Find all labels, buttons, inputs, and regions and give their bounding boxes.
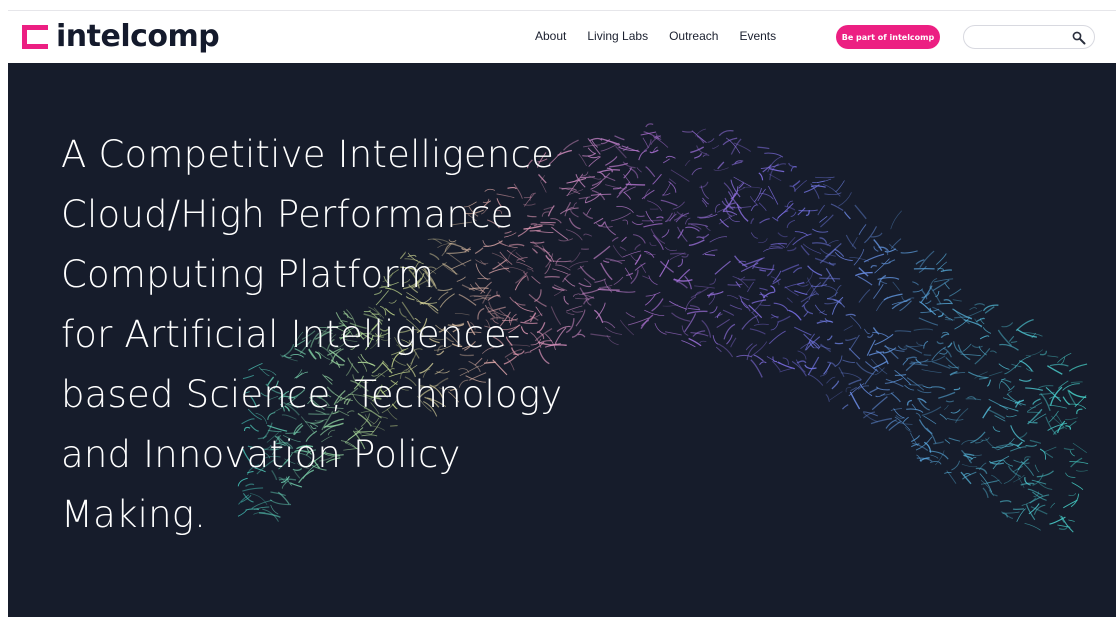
logo[interactable]: intelcomp	[22, 19, 220, 55]
hero-title-line: Cloud/High Performance	[61, 193, 514, 236]
hero-title-line: and Innovation Policy	[61, 433, 461, 476]
hero-title-line: A Competitive Intelligence	[61, 133, 555, 176]
join-button[interactable]: Be part of intelcomp	[836, 25, 940, 49]
hero-title-line: for Artificial Intelligence-	[61, 313, 521, 356]
top-strip	[0, 0, 1116, 10]
nav-events[interactable]: Events	[739, 29, 776, 43]
search-icon[interactable]	[1072, 30, 1086, 45]
logo-text: intelcomp	[56, 19, 220, 54]
nav-living-labs[interactable]: Living Labs	[587, 29, 648, 43]
search-input[interactable]	[974, 29, 1074, 47]
hero-banner: A Competitive Intelligence Cloud/High Pe…	[8, 63, 1116, 617]
main-nav: About Living Labs Outreach Events	[535, 29, 797, 43]
site-header: intelcomp About Living Labs Outreach Eve…	[8, 10, 1116, 64]
hero-title-line: Computing Platform	[61, 253, 435, 296]
nav-about[interactable]: About	[535, 29, 566, 43]
hero-title-line: Making.	[61, 493, 207, 536]
search-box	[963, 25, 1095, 49]
hero-title-line: based Science, Technology	[61, 373, 563, 416]
hero-title: A Competitive Intelligence Cloud/High Pe…	[61, 125, 681, 545]
nav-outreach[interactable]: Outreach	[669, 29, 718, 43]
logo-mark-icon	[22, 23, 52, 51]
